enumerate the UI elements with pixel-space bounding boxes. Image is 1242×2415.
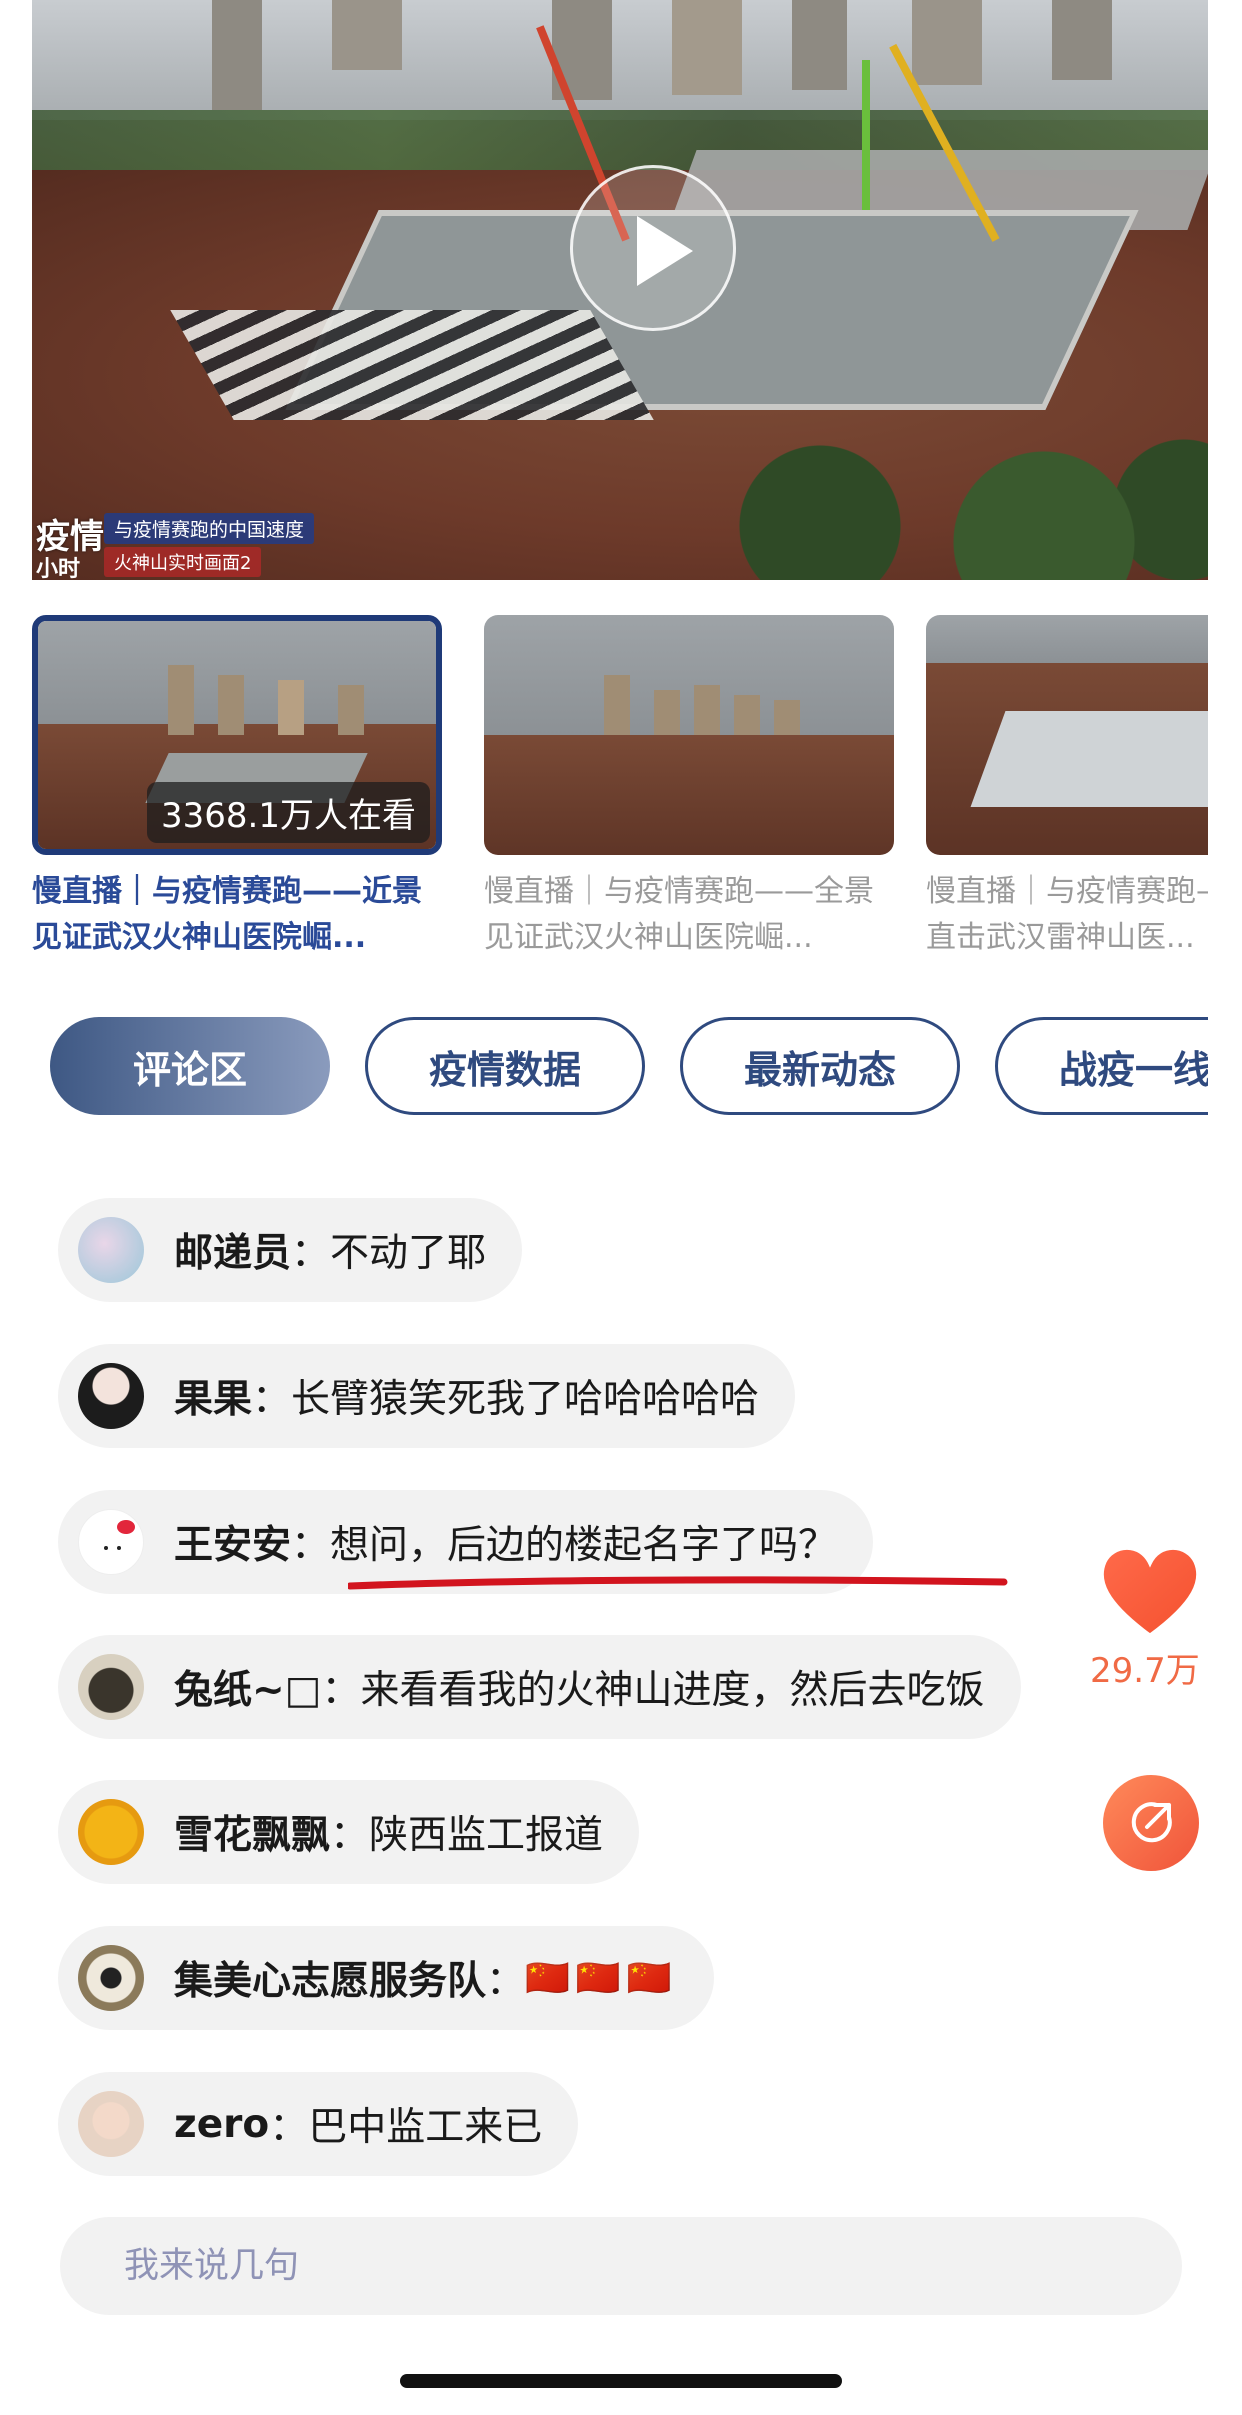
avatar[interactable] — [78, 1799, 144, 1865]
eye-icon — [117, 1546, 121, 1550]
video-watermark: 疫情 与疫情赛跑的中国速度 火神山实时画面2 小时 — [32, 505, 452, 580]
comment-username[interactable]: zero — [174, 2102, 269, 2147]
thumb-building — [338, 685, 364, 735]
tab-latest-news[interactable]: 最新动态 — [680, 1017, 960, 1115]
bow-icon — [117, 1520, 135, 1534]
comment-separator: ： — [291, 1231, 331, 1276]
thumb-roof — [970, 711, 1208, 807]
play-icon — [637, 216, 693, 286]
comment-username[interactable]: 果果 — [174, 1368, 252, 1424]
comment-text: 长臂猿笑死我了哈哈哈哈哈 — [291, 1377, 760, 1422]
tab-comments[interactable]: 评论区 — [50, 1017, 330, 1115]
thumb-sky — [926, 615, 1208, 663]
avatar[interactable] — [78, 1945, 144, 2011]
video-card[interactable]: 慢直播｜与疫情赛跑——全景见证武汉火神山医院崛... — [484, 615, 894, 961]
comment-separator: ： — [486, 1959, 526, 2004]
comment-separator: ： — [330, 1813, 370, 1858]
avatar[interactable] — [78, 2091, 144, 2157]
comment-input[interactable] — [60, 2217, 1182, 2315]
thumb-sky — [484, 615, 894, 735]
comment-username[interactable]: 集美心志愿服务队 — [174, 1950, 486, 2006]
viewer-count: 3368.1万人在看 — [147, 782, 430, 843]
building — [212, 0, 262, 110]
crane — [862, 60, 870, 210]
avatar[interactable] — [78, 1654, 144, 1720]
video-frame-sky — [32, 0, 1208, 120]
comment-text: 巴中监工来已 — [308, 2105, 543, 2150]
building — [672, 0, 742, 95]
eye-icon — [104, 1546, 108, 1550]
comment-username[interactable]: 兔纸~□ — [174, 1659, 322, 1715]
video-title[interactable]: 慢直播｜与疫情赛跑——近景见证武汉火神山医院崛... — [32, 869, 442, 961]
share-button[interactable] — [1103, 1775, 1199, 1871]
tab-frontline[interactable]: 战疫一线 — [995, 1017, 1208, 1115]
video-thumbnail[interactable] — [484, 615, 894, 855]
home-indicator[interactable] — [400, 2374, 842, 2388]
comment-item: 集美心志愿服务队： 🇨🇳🇨🇳🇨🇳 — [58, 1926, 714, 2030]
thumb-building — [734, 695, 760, 735]
avatar[interactable] — [78, 1217, 144, 1283]
watermark-caption: 火神山实时画面2 — [104, 547, 262, 577]
comment-text: 来看看我的火神山进度，然后去吃饭 — [360, 1668, 985, 1713]
video-frame-foreground-trees — [652, 430, 1208, 580]
comment-text: 想问，后边的楼起名字了吗？ — [330, 1523, 838, 1568]
video-list[interactable]: 3368.1万人在看 慢直播｜与疫情赛跑——近景见证武汉火神山医院崛... 慢直… — [32, 615, 1208, 975]
thumb-building — [168, 665, 194, 735]
comment-separator: ： — [269, 2105, 309, 2150]
comment-text: 🇨🇳🇨🇳🇨🇳 — [525, 1958, 678, 1999]
building — [332, 0, 402, 70]
comment-separator: ： — [291, 1523, 331, 1568]
building — [912, 0, 982, 85]
video-player[interactable]: 疫情 与疫情赛跑的中国速度 火神山实时画面2 小时 — [32, 0, 1208, 580]
thumb-building — [774, 700, 800, 735]
avatar[interactable] — [78, 1509, 144, 1575]
video-title[interactable]: 慢直播｜与疫情赛跑——全景见证武汉火神山医院崛... — [484, 869, 894, 961]
thumb-building — [654, 690, 680, 735]
building — [1052, 0, 1112, 80]
like-count: 29.7万 — [1090, 1651, 1200, 1691]
comment-separator: ： — [321, 1668, 361, 1713]
thumb-building — [604, 675, 630, 735]
comment-item: zero：巴中监工来已 — [58, 2072, 579, 2176]
comment-username[interactable]: 邮递员 — [174, 1222, 291, 1278]
comment-username[interactable]: 王安安 — [174, 1514, 291, 1570]
comment-item: 果果：长臂猿笑死我了哈哈哈哈哈 — [58, 1344, 796, 1448]
tab-bar[interactable]: 评论区 疫情数据 最新动态 战疫一线 — [50, 1017, 1208, 1115]
watermark-subtitle: 与疫情赛跑的中国速度 — [104, 513, 315, 544]
watermark-hours: 小时 — [36, 557, 81, 580]
thumb-building — [278, 680, 304, 735]
comment-text: 不动了耶 — [330, 1231, 487, 1276]
video-title[interactable]: 慢直播｜与疫情赛跑——全景直击武汉雷神山医... — [926, 869, 1208, 961]
comment-item: 雪花飘飘：陕西监工报道 — [58, 1780, 640, 1884]
play-button[interactable] — [570, 165, 736, 331]
thumb-building — [694, 685, 720, 735]
share-icon — [1131, 1802, 1172, 1843]
building — [792, 0, 847, 90]
like-button[interactable] — [1095, 1540, 1215, 1644]
red-underline-annotation — [348, 1576, 1008, 1590]
video-thumbnail[interactable]: 3368.1万人在看 — [32, 615, 442, 855]
comment-separator: ： — [252, 1377, 292, 1422]
tab-epidemic-data[interactable]: 疫情数据 — [365, 1017, 645, 1115]
thumb-building — [218, 675, 244, 735]
video-thumbnail[interactable] — [926, 615, 1208, 855]
comment-text: 陕西监工报道 — [369, 1813, 604, 1858]
thumb-ground — [484, 735, 894, 855]
avatar[interactable] — [78, 1363, 144, 1429]
comment-item: 兔纸~□ ：来看看我的火神山进度，然后去吃饭 — [58, 1635, 1021, 1739]
heart-icon — [1100, 1547, 1200, 1637]
comment-username[interactable]: 雪花飘飘 — [174, 1804, 330, 1860]
video-card[interactable]: 慢直播｜与疫情赛跑——全景直击武汉雷神山医... — [926, 615, 1208, 961]
video-frame-pipes — [170, 310, 654, 420]
video-card[interactable]: 3368.1万人在看 慢直播｜与疫情赛跑——近景见证武汉火神山医院崛... — [32, 615, 442, 961]
comment-item: 邮递员：不动了耶 — [58, 1198, 523, 1302]
